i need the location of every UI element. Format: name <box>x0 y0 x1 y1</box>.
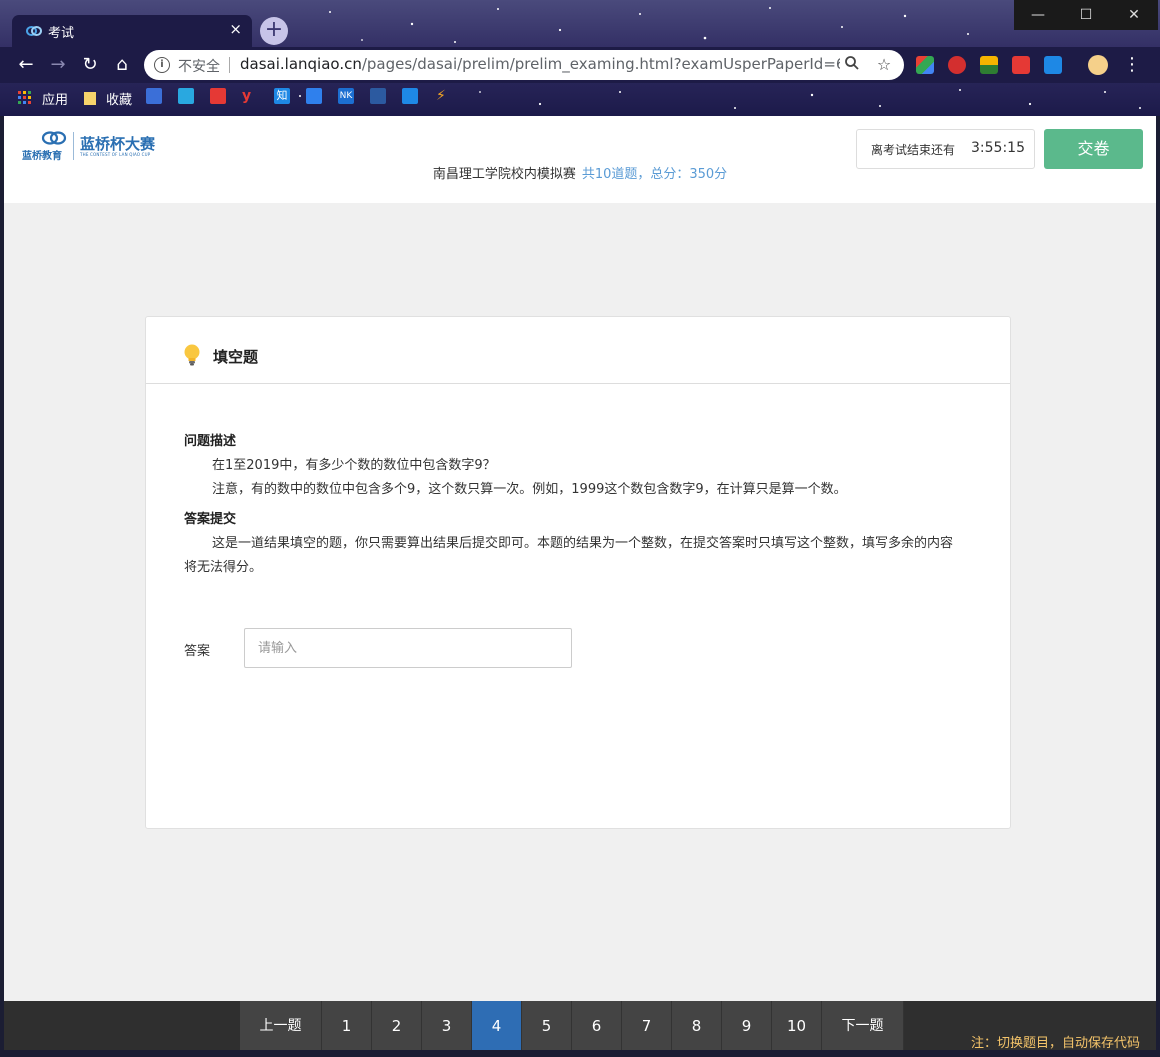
extension-icon[interactable] <box>1012 56 1030 74</box>
logo-subtitle: THE CONTEST OF LAN QIAO CUP <box>80 152 151 157</box>
countdown-timer: 离考试结束还有 3:55:15 <box>856 129 1035 169</box>
timer-value: 3:55:15 <box>971 140 1025 156</box>
zoom-search-icon[interactable] <box>842 55 862 75</box>
description-line: 注意，有的数中的数位中包含多个9，这个数只算一次。例如，1999这个数包含数字9… <box>212 482 847 497</box>
browser-chrome: 考试 × + — ☐ ✕ ← → ↻ ⌂ i 不安全 dasai.lanqiao… <box>0 0 1160 116</box>
security-label: 不安全 <box>178 59 220 75</box>
home-icon[interactable]: ⌂ <box>110 53 134 77</box>
minimize-button[interactable]: — <box>1014 0 1062 30</box>
logo-divider <box>73 132 74 160</box>
question-card-header: 填空题 <box>146 317 1010 384</box>
bookmark-favorites[interactable]: 收藏 <box>106 89 132 108</box>
submit-exam-button[interactable]: 交卷 <box>1044 129 1143 169</box>
lightbulb-icon <box>184 344 200 366</box>
bookmark-apps[interactable]: 应用 <box>42 89 68 108</box>
page-button-9[interactable]: 9 <box>722 1001 772 1050</box>
page-button-7[interactable]: 7 <box>622 1001 672 1050</box>
page-button-3[interactable]: 3 <box>422 1001 472 1050</box>
bookmark-icon[interactable] <box>402 88 418 104</box>
exam-header: 蓝桥教育 蓝桥杯大赛 THE CONTEST OF LAN QIAO CUP 南… <box>4 116 1156 203</box>
window-bottom-edge <box>0 1050 1160 1057</box>
description-title: 问题描述 <box>184 434 237 449</box>
answer-input[interactable] <box>244 628 572 668</box>
tab-close-icon[interactable]: × <box>229 20 242 38</box>
question-pager: 上一题 1 2 3 4 5 6 7 8 9 10 下一题 <box>240 1001 904 1050</box>
question-type-title: 填空题 <box>213 348 259 366</box>
bilibili-icon[interactable] <box>178 88 194 104</box>
nowcoder-icon[interactable]: NK <box>338 88 354 104</box>
page-button-2[interactable]: 2 <box>372 1001 422 1050</box>
profile-avatar[interactable] <box>1088 55 1108 75</box>
lanqiao-favicon-icon <box>26 26 42 36</box>
zhihu-icon[interactable]: 知 <box>274 88 290 104</box>
submission-text: 这是一道结果填空的题，你只需要算出结果后提交即可。本题的结果为一个整数，在提交答… <box>184 536 954 575</box>
info-icon[interactable]: i <box>154 57 170 73</box>
back-icon[interactable]: ← <box>14 53 38 77</box>
question-navigation-bar: 上一题 1 2 3 4 5 6 7 8 9 10 下一题 注：切换题目，自动保存… <box>4 1001 1156 1051</box>
page-button-10[interactable]: 10 <box>772 1001 822 1050</box>
bookmark-star-icon[interactable]: ☆ <box>874 55 894 75</box>
bookmark-icon[interactable] <box>146 88 162 104</box>
folder-icon[interactable] <box>84 90 98 106</box>
next-question-button[interactable]: 下一题 <box>822 1001 904 1050</box>
exam-page: 蓝桥教育 蓝桥杯大赛 THE CONTEST OF LAN QIAO CUP 南… <box>4 116 1156 1001</box>
page-button-5[interactable]: 5 <box>522 1001 572 1050</box>
question-card: 填空题 问题描述 在1至2019中，有多少个数的数位中包含数字9？ 注意，有的数… <box>145 316 1011 829</box>
apps-grid-icon[interactable] <box>18 91 32 105</box>
bookmark-icon[interactable]: ⚡ <box>436 88 452 104</box>
browser-toolbar: ← → ↻ ⌂ i 不安全 dasai.lanqiao.cn/pages/das… <box>0 47 1160 83</box>
page-button-1[interactable]: 1 <box>322 1001 372 1050</box>
tab-title: 考试 <box>48 26 75 41</box>
exam-meta: 共10道题，总分：350分 <box>581 167 728 182</box>
logo-text: 蓝桥杯大赛 <box>80 135 156 153</box>
exam-name: 南昌理工学院校内模拟赛 <box>432 167 576 182</box>
browser-tab[interactable]: 考试 × <box>12 15 252 47</box>
submission-title: 答案提交 <box>184 512 237 527</box>
page-button-8[interactable]: 8 <box>672 1001 722 1050</box>
description-line: 在1至2019中，有多少个数的数位中包含数字9？ <box>212 458 496 473</box>
address-divider <box>229 57 230 73</box>
page-button-6[interactable]: 6 <box>572 1001 622 1050</box>
csdn-icon[interactable] <box>210 88 226 104</box>
bookmarks-bar: 应用 收藏 <box>0 83 1160 113</box>
extension-icon[interactable] <box>1044 56 1062 74</box>
logo-left-text: 蓝桥教育 <box>22 151 62 162</box>
new-tab-button[interactable]: + <box>260 17 288 45</box>
address-bar[interactable]: i 不安全 dasai.lanqiao.cn/pages/dasai/preli… <box>144 50 904 80</box>
bookmark-icon[interactable] <box>306 88 322 104</box>
url-host: dasai.lanqiao.cn <box>240 55 362 73</box>
adblock-extension-icon[interactable] <box>948 56 966 74</box>
autosave-note: 注：切换题目，自动保存代码 <box>970 1036 1140 1051</box>
prev-question-button[interactable]: 上一题 <box>240 1001 322 1050</box>
url-text[interactable]: dasai.lanqiao.cn/pages/dasai/prelim/prel… <box>240 55 840 73</box>
maximize-button[interactable]: ☐ <box>1062 0 1110 30</box>
answer-label: 答案 <box>184 644 211 659</box>
page-button-4-active[interactable]: 4 <box>472 1001 522 1050</box>
bookmark-y-icon[interactable]: y <box>242 88 258 104</box>
reload-icon[interactable]: ↻ <box>78 53 102 77</box>
window-controls: — ☐ ✕ <box>1014 0 1158 30</box>
timer-label: 离考试结束还有 <box>871 143 956 157</box>
extension-icon[interactable] <box>916 56 934 74</box>
download-extension-icon[interactable] <box>980 56 998 74</box>
bookmark-icon[interactable] <box>370 88 386 104</box>
url-path: /pages/dasai/prelim/prelim_examing.html?… <box>361 55 840 73</box>
forward-icon[interactable]: → <box>46 53 70 77</box>
question-content: 问题描述 在1至2019中，有多少个数的数位中包含数字9？ 注意，有的数中的数位… <box>184 430 984 580</box>
window-border-right <box>1156 116 1160 1050</box>
menu-kebab-icon[interactable]: ⋮ <box>1120 53 1144 77</box>
close-window-button[interactable]: ✕ <box>1110 0 1158 30</box>
